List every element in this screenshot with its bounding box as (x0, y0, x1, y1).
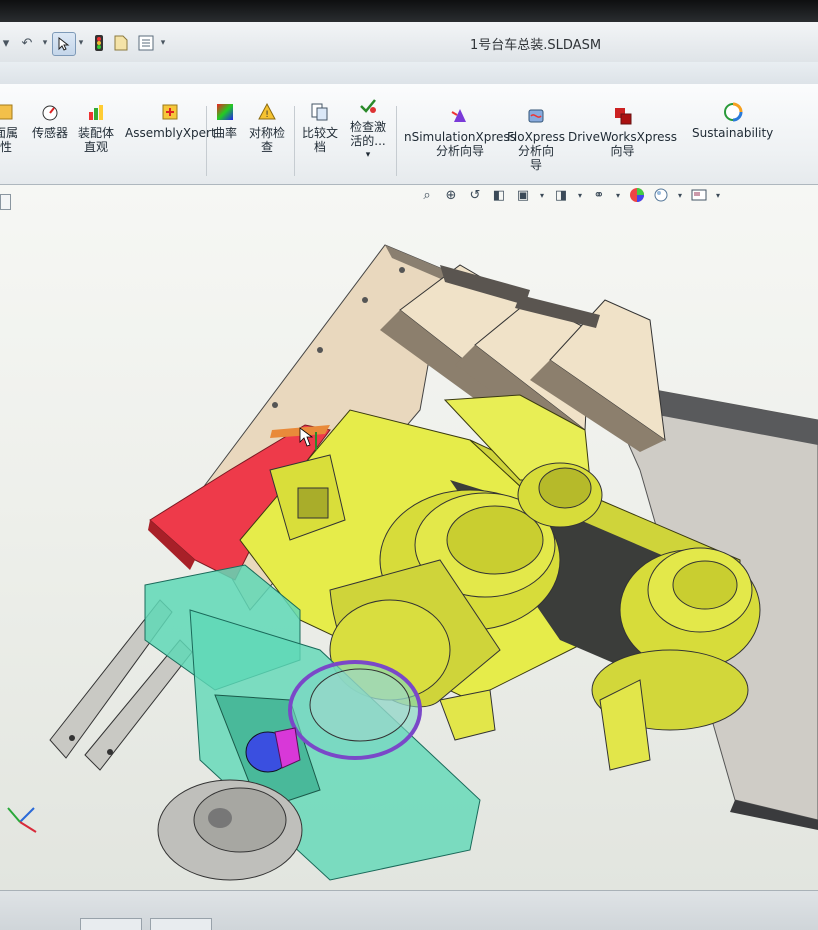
upper-wheel-hub (538, 467, 592, 509)
model-tab[interactable] (80, 918, 142, 930)
coordinate-triad-icon (7, 807, 37, 833)
motion-study-tab[interactable] (150, 918, 212, 930)
wheel-2-hub (672, 560, 738, 610)
mount-window (297, 487, 329, 519)
solidworks-window: ▾ ↶ ▾ ▾ ▾ 1号台车总装.SLDASM 面属 性 传感器 装配体 直观 … (0, 0, 818, 930)
motor-flange-inner (193, 787, 287, 853)
yellow-foot-bracket-2 (439, 689, 496, 741)
assembly-model-view[interactable] (0, 0, 818, 930)
inner-flange (309, 668, 411, 742)
motor-bolt (208, 808, 232, 828)
